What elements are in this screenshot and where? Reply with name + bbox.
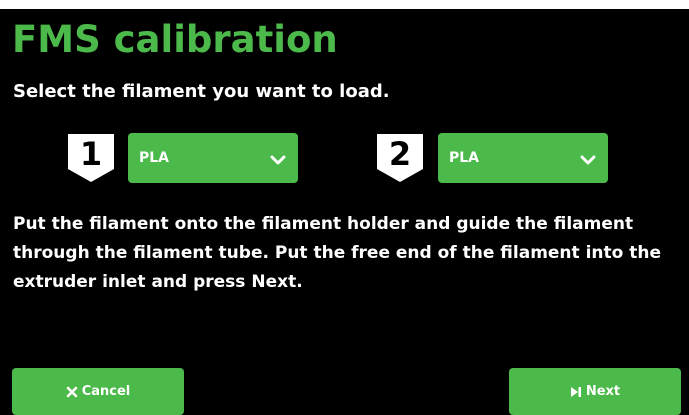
skip-next-icon: [570, 386, 582, 398]
chevron-down-icon: [270, 151, 286, 165]
slot-1-badge: 1: [63, 131, 119, 185]
slot-1-filament-select[interactable]: PLA: [128, 133, 298, 183]
next-button-label: Next: [585, 384, 621, 399]
page-subtitle: Select the filament you want to load.: [13, 81, 390, 102]
close-icon: [66, 386, 78, 398]
slot-2-number: 2: [388, 135, 412, 173]
next-button[interactable]: Next: [509, 368, 681, 415]
cancel-button-label: Cancel: [81, 384, 131, 399]
fms-calibration-screen: FMS calibration Select the filament you …: [0, 9, 689, 415]
chevron-down-icon: [580, 151, 596, 165]
page-title: FMS calibration: [12, 18, 338, 61]
instructions-text: Put the filament onto the filament holde…: [13, 214, 661, 292]
slot-1-number: 1: [79, 135, 103, 173]
cancel-button[interactable]: Cancel: [12, 368, 184, 415]
slot-2-filament-value: PLA: [449, 150, 480, 166]
slot-2-badge: 2: [372, 131, 428, 185]
slot-1-filament-value: PLA: [139, 150, 170, 166]
slot-2-filament-select[interactable]: PLA: [438, 133, 608, 183]
